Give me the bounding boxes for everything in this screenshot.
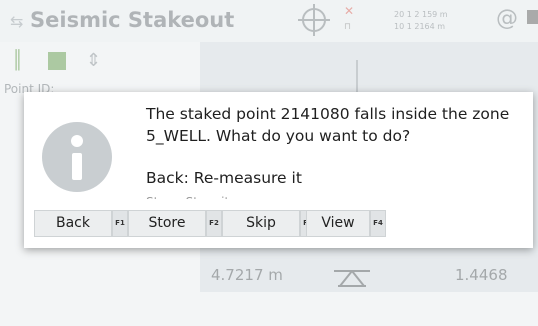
dialog-option-back: Back: Re-measure it: [146, 169, 302, 187]
at-icon: @: [496, 6, 518, 31]
height-value: 1.4468: [455, 266, 508, 284]
dialog-option-store: Store: Store it: [146, 191, 516, 199]
app-title: Seismic Stakeout: [30, 8, 235, 32]
arrows-icon: ⇕: [86, 50, 102, 71]
status-warning-icon: ✕: [344, 4, 355, 18]
back-button[interactable]: Back: [34, 210, 112, 237]
bars-icon: ║: [12, 50, 23, 71]
f1-key-label: F1: [112, 210, 128, 237]
gps-target-icon: [298, 4, 330, 36]
status-sub-icon: ⊓: [344, 22, 352, 32]
dialog-button-bar: Back F1 Store F2 Skip F3 View F4: [34, 210, 514, 237]
f2-key-label: F2: [206, 210, 222, 237]
tripod-icon: [334, 270, 370, 287]
title-bar: ⇆ Seismic Stakeout ✕ ⊓ 20 1 2 159 m 10 1…: [0, 0, 538, 42]
distance-value: 4.7217 m: [211, 266, 283, 284]
coordinate-line-2: 10 1 2164 m: [394, 22, 446, 31]
info-icon: [42, 122, 112, 192]
f4-key-label: F4: [370, 210, 386, 237]
dialog-message: The staked point 2141080 falls inside th…: [146, 103, 516, 199]
battery-icon: [527, 10, 538, 24]
view-button[interactable]: View: [306, 210, 370, 237]
zone-warning-dialog: The staked point 2141080 falls inside th…: [24, 92, 533, 248]
back-icon: ⇆: [10, 12, 24, 31]
store-button[interactable]: Store: [128, 210, 206, 237]
dialog-question: The staked point 2141080 falls inside th…: [146, 105, 510, 145]
coordinate-line-1: 20 1 2 159 m: [394, 10, 448, 19]
grid-icon: [48, 52, 66, 70]
skip-button[interactable]: Skip: [222, 210, 300, 237]
